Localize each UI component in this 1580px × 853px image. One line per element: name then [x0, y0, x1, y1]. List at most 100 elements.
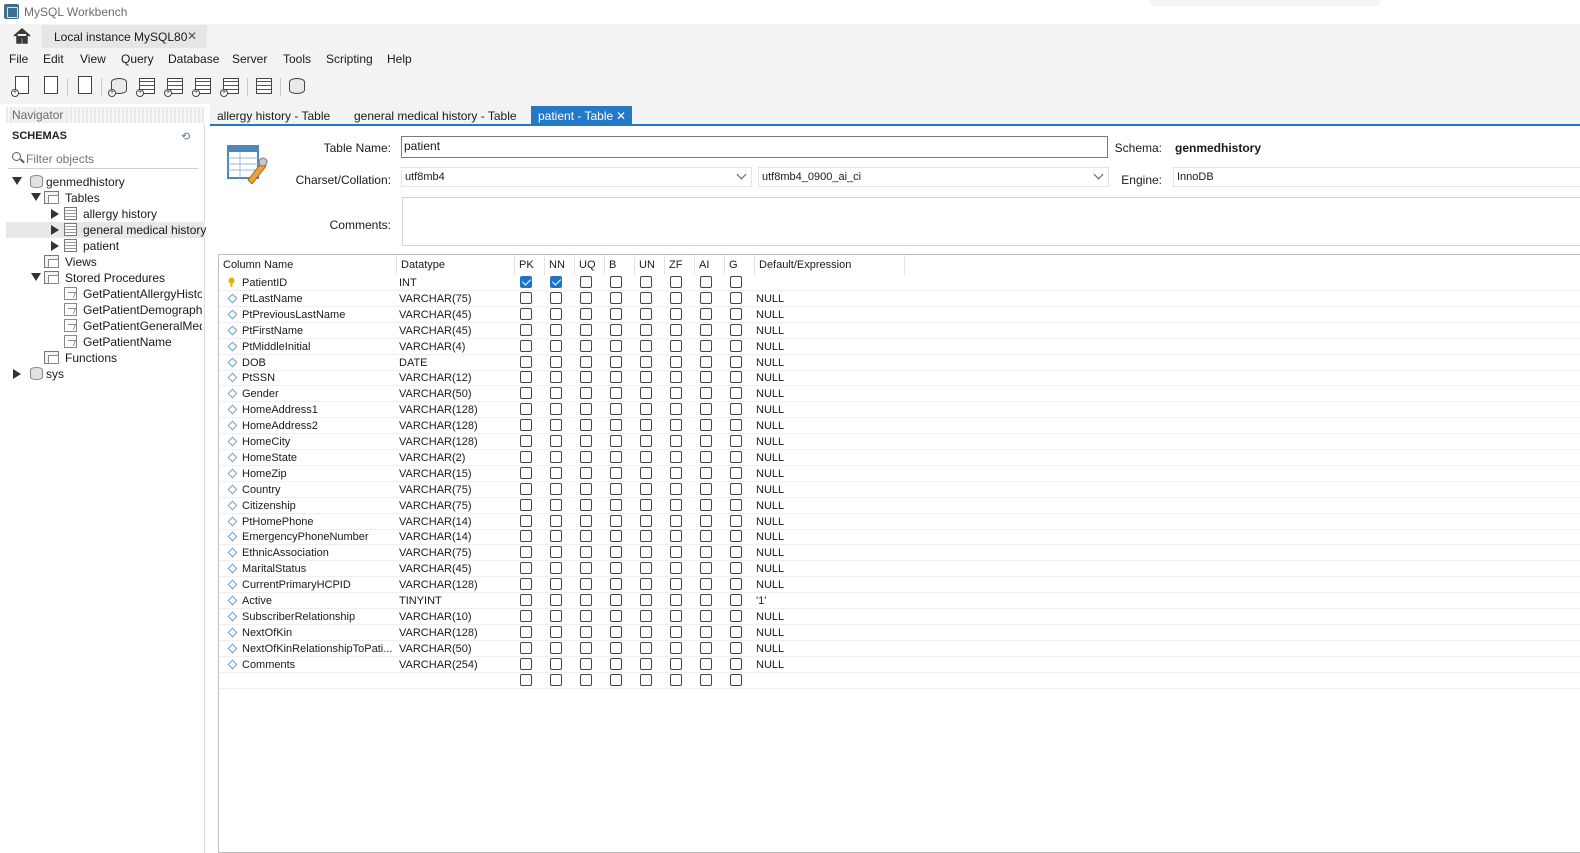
nn-checkbox[interactable]	[550, 546, 562, 559]
zf-checkbox[interactable]	[670, 673, 682, 686]
un-checkbox[interactable]	[640, 450, 652, 463]
pk-checkbox[interactable]	[520, 276, 532, 288]
g-checkbox[interactable]	[730, 625, 742, 638]
table-row[interactable]: Active TINYINT '1'	[219, 593, 1580, 609]
datatype-cell[interactable]: VARCHAR(75)	[399, 293, 472, 305]
ai-checkbox[interactable]	[700, 419, 712, 432]
close-icon[interactable]: ✕	[616, 109, 626, 123]
column-name-cell[interactable]: HomeZip	[242, 468, 394, 480]
menu-tools[interactable]: Tools	[283, 52, 311, 66]
un-checkbox[interactable]	[640, 546, 652, 559]
tree-procedure-1[interactable]: GetPatientAllergyHistory	[10, 286, 202, 302]
uq-checkbox[interactable]	[580, 641, 592, 654]
default-expression-cell[interactable]: NULL	[756, 468, 784, 480]
reconnect-icon[interactable]	[286, 75, 308, 97]
datatype-cell[interactable]: VARCHAR(128)	[399, 436, 478, 448]
b-checkbox[interactable]	[610, 546, 622, 559]
uq-checkbox[interactable]	[580, 482, 592, 495]
create-procedure-icon[interactable]: +	[192, 75, 214, 97]
un-checkbox[interactable]	[640, 657, 652, 670]
nn-checkbox[interactable]	[550, 419, 562, 432]
g-checkbox[interactable]	[730, 450, 742, 463]
datatype-cell[interactable]: VARCHAR(50)	[399, 643, 472, 655]
g-checkbox[interactable]	[730, 562, 742, 575]
un-checkbox[interactable]	[640, 403, 652, 416]
home-icon[interactable]	[12, 27, 32, 45]
un-checkbox[interactable]	[640, 673, 652, 686]
datatype-cell[interactable]: VARCHAR(45)	[399, 325, 472, 337]
datatype-cell[interactable]: VARCHAR(128)	[399, 627, 478, 639]
b-checkbox[interactable]	[610, 625, 622, 638]
create-table-icon[interactable]: +	[136, 75, 158, 97]
col-header-uq[interactable]: UQ	[575, 255, 605, 275]
un-checkbox[interactable]	[640, 435, 652, 447]
g-checkbox[interactable]	[730, 323, 742, 336]
default-expression-cell[interactable]: NULL	[756, 547, 784, 559]
datatype-cell[interactable]: VARCHAR(12)	[399, 372, 472, 384]
collapse-icon[interactable]	[31, 273, 41, 281]
table-row[interactable]: PtPreviousLastName VARCHAR(45) NULL	[219, 307, 1580, 323]
zf-checkbox[interactable]	[670, 594, 682, 606]
col-header-name[interactable]: Column Name	[219, 255, 397, 275]
menu-edit[interactable]: Edit	[43, 52, 64, 66]
table-row[interactable]: Country VARCHAR(75) NULL	[219, 482, 1580, 498]
table-row[interactable]: PtMiddleInitial VARCHAR(4) NULL	[219, 339, 1580, 355]
uq-checkbox[interactable]	[580, 307, 592, 320]
pk-checkbox[interactable]	[520, 419, 532, 432]
b-checkbox[interactable]	[610, 371, 622, 384]
zf-checkbox[interactable]	[670, 291, 682, 304]
g-checkbox[interactable]	[730, 578, 742, 591]
datatype-cell[interactable]: VARCHAR(2)	[399, 452, 465, 464]
menu-view[interactable]: View	[80, 52, 106, 66]
ai-checkbox[interactable]	[700, 546, 712, 559]
pk-checkbox[interactable]	[520, 498, 532, 511]
collation-select[interactable]: utf8mb4_0900_ai_ci	[758, 167, 1109, 187]
column-name-cell[interactable]: NextOfKinRelationshipToPati...	[242, 643, 394, 655]
un-checkbox[interactable]	[640, 307, 652, 320]
table-row[interactable]: CurrentPrimaryHCPID VARCHAR(128) NULL	[219, 577, 1580, 594]
nn-checkbox[interactable]	[550, 450, 562, 463]
nn-checkbox[interactable]	[550, 387, 562, 400]
datatype-cell[interactable]: VARCHAR(254)	[399, 659, 478, 671]
un-checkbox[interactable]	[640, 466, 652, 479]
table-row[interactable]: HomeAddress2 VARCHAR(128) NULL	[219, 418, 1580, 435]
menu-server[interactable]: Server	[232, 52, 267, 66]
tree-procedure-3[interactable]: GetPatientGeneralMedic	[10, 318, 202, 334]
column-name-cell[interactable]: PtMiddleInitial	[242, 341, 394, 353]
default-expression-cell[interactable]: NULL	[756, 611, 784, 623]
default-expression-cell[interactable]: NULL	[756, 436, 784, 448]
table-row[interactable]: NextOfKin VARCHAR(128) NULL	[219, 625, 1580, 641]
zf-checkbox[interactable]	[670, 323, 682, 336]
b-checkbox[interactable]	[610, 276, 622, 288]
column-name-cell[interactable]: CurrentPrimaryHCPID	[242, 579, 394, 591]
g-checkbox[interactable]	[730, 371, 742, 384]
column-name-cell[interactable]: Country	[242, 484, 394, 496]
default-expression-cell[interactable]: NULL	[756, 404, 784, 416]
un-checkbox[interactable]	[640, 482, 652, 495]
nn-checkbox[interactable]	[550, 514, 562, 527]
column-name-cell[interactable]: Citizenship	[242, 500, 394, 512]
default-expression-cell[interactable]: NULL	[756, 293, 784, 305]
expand-icon[interactable]	[51, 241, 59, 251]
un-checkbox[interactable]	[640, 514, 652, 527]
g-checkbox[interactable]	[730, 609, 742, 622]
close-icon[interactable]: ✕	[187, 29, 197, 43]
ai-checkbox[interactable]	[700, 609, 712, 622]
zf-checkbox[interactable]	[670, 387, 682, 400]
nn-checkbox[interactable]	[550, 323, 562, 336]
column-name-cell[interactable]: NextOfKin	[242, 627, 394, 639]
column-name-cell[interactable]: Active	[242, 595, 394, 607]
datatype-cell[interactable]: INT	[399, 277, 417, 289]
table-row[interactable]	[219, 673, 1580, 689]
b-checkbox[interactable]	[610, 609, 622, 622]
un-checkbox[interactable]	[640, 594, 652, 606]
pk-checkbox[interactable]	[520, 482, 532, 495]
un-checkbox[interactable]	[640, 276, 652, 288]
table-name-input[interactable]: patient	[401, 136, 1108, 158]
default-expression-cell[interactable]: '1'	[756, 595, 766, 607]
table-row[interactable]: HomeAddress1 VARCHAR(128) NULL	[219, 402, 1580, 419]
ai-checkbox[interactable]	[700, 498, 712, 511]
table-row[interactable]: DOB DATE NULL	[219, 355, 1580, 371]
column-name-cell[interactable]: EthnicAssociation	[242, 547, 394, 559]
ai-checkbox[interactable]	[700, 641, 712, 654]
